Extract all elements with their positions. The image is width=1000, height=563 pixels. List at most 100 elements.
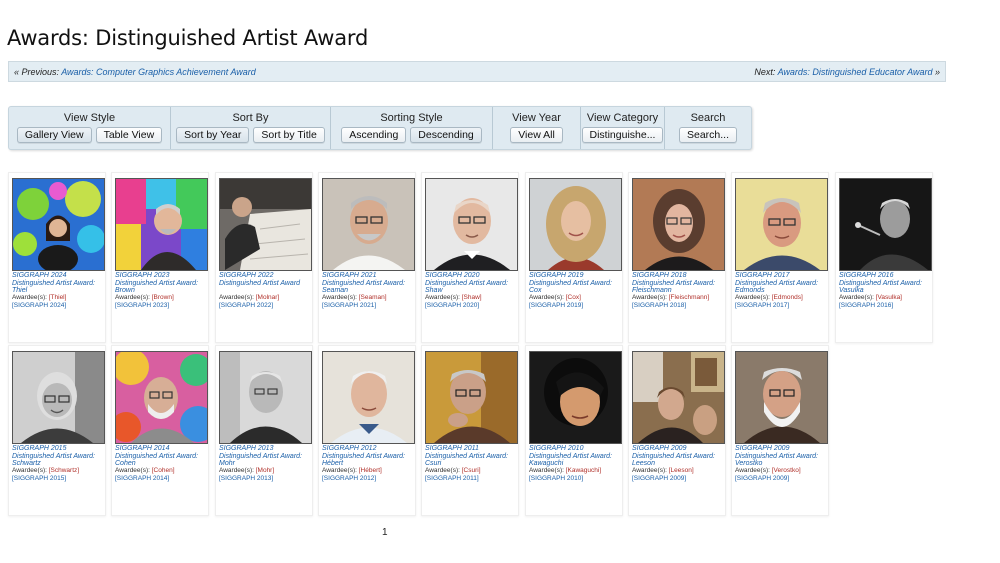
table-view-button[interactable]: Table View [95, 127, 163, 143]
event-link[interactable]: [SIGGRAPH 2009] [735, 475, 789, 482]
awardee-link[interactable]: [Mohr] [256, 467, 274, 474]
award-card[interactable]: SIGGRAPH 2014 Distinguished Artist Award… [111, 345, 209, 516]
awardee-photo[interactable] [839, 178, 932, 271]
next-nav: Next: Awards: Distinguished Educator Awa… [754, 67, 940, 77]
award-card[interactable]: SIGGRAPH 2012 Distinguished Artist Award… [318, 345, 416, 516]
award-title-link[interactable]: SIGGRAPH 2014 Distinguished Artist Award… [115, 445, 210, 468]
award-meta: Awardee(s): [Edmonds] [SIGGRAPH 2017] [735, 294, 830, 309]
descending-button[interactable]: Descending [410, 127, 482, 143]
awardee-link[interactable]: [Kawaguchi] [566, 467, 601, 474]
next-award-link[interactable]: Awards: Distinguished Educator Award [778, 67, 933, 77]
event-link[interactable]: [SIGGRAPH 2022] [219, 302, 273, 309]
awardee-photo[interactable] [632, 351, 725, 444]
awardee-link[interactable]: [Verostko] [772, 467, 801, 474]
awardee-photo[interactable] [425, 178, 518, 271]
award-card[interactable]: SIGGRAPH 2017 Distinguished Artist Award… [731, 172, 829, 343]
award-card[interactable]: SIGGRAPH 2021 Distinguished Artist Award… [318, 172, 416, 343]
award-card[interactable]: SIGGRAPH 2011 Distinguished Artist Award… [421, 345, 519, 516]
event-link[interactable]: [SIGGRAPH 2009] [632, 475, 686, 482]
award-title-link[interactable]: SIGGRAPH 2018 Distinguished Artist Award… [632, 272, 727, 295]
sort-by-title-button[interactable]: Sort by Title [253, 127, 325, 143]
awardee-link[interactable]: [Schwartz] [49, 467, 79, 474]
awardee-photo[interactable] [219, 351, 312, 444]
award-title-link[interactable]: SIGGRAPH 2024 Distinguished Artist Award… [12, 272, 107, 295]
awardee-link[interactable]: [Seaman] [359, 294, 387, 301]
award-title-link[interactable]: SIGGRAPH 2022 Distinguished Artist Award [219, 272, 314, 287]
event-link[interactable]: [SIGGRAPH 2012] [322, 475, 376, 482]
event-link[interactable]: [SIGGRAPH 2021] [322, 302, 376, 309]
awardee-photo[interactable] [322, 178, 415, 271]
event-link[interactable]: [SIGGRAPH 2018] [632, 302, 686, 309]
awardee-photo[interactable] [322, 351, 415, 444]
award-card[interactable]: SIGGRAPH 2009 Distinguished Artist Award… [731, 345, 829, 516]
event-link[interactable]: [SIGGRAPH 2011] [425, 475, 479, 482]
awardee-photo[interactable] [529, 351, 622, 444]
awardee-link[interactable]: [Leeson] [669, 467, 694, 474]
award-card[interactable]: SIGGRAPH 2010 Distinguished Artist Award… [525, 345, 623, 516]
event-link[interactable]: [SIGGRAPH 2017] [735, 302, 789, 309]
sort-by-label: Sort By [232, 112, 269, 124]
category-dropdown[interactable]: Distinguishe... [581, 127, 664, 143]
search-button[interactable]: Search... [678, 127, 738, 143]
awardee-link[interactable]: [Brown] [152, 294, 174, 301]
awardee-link[interactable]: [Cohen] [152, 467, 175, 474]
award-title-link[interactable]: SIGGRAPH 2009 Distinguished Artist Award… [735, 445, 830, 468]
award-title-link[interactable]: SIGGRAPH 2011 Distinguished Artist Award… [425, 445, 520, 468]
award-title-link[interactable]: SIGGRAPH 2009 Distinguished Artist Award… [632, 445, 727, 468]
awardee-link[interactable]: [Vasulka] [876, 294, 902, 301]
event-link[interactable]: [SIGGRAPH 2019] [529, 302, 583, 309]
awardee-photo[interactable] [735, 351, 828, 444]
event-link[interactable]: [SIGGRAPH 2024] [12, 302, 66, 309]
event-link[interactable]: [SIGGRAPH 2014] [115, 475, 169, 482]
awardee-photo[interactable] [115, 351, 208, 444]
sort-by-year-button[interactable]: Sort by Year [176, 127, 250, 143]
award-card[interactable]: SIGGRAPH 2016 Distinguished Artist Award… [835, 172, 933, 343]
event-link[interactable]: [SIGGRAPH 2010] [529, 475, 583, 482]
award-title-link[interactable]: SIGGRAPH 2017 Distinguished Artist Award… [735, 272, 830, 295]
award-title-link[interactable]: SIGGRAPH 2023 Distinguished Artist Award… [115, 272, 210, 295]
award-title-link[interactable]: SIGGRAPH 2016 Distinguished Artist Award… [839, 272, 934, 295]
gallery-view-button[interactable]: Gallery View [16, 127, 92, 143]
award-title-link[interactable]: SIGGRAPH 2020 Distinguished Artist Award… [425, 272, 520, 295]
awardee-link[interactable]: [Cox] [566, 294, 581, 301]
awardee-photo[interactable] [219, 178, 312, 271]
awardee-photo[interactable] [115, 178, 208, 271]
awardee-photo[interactable] [735, 178, 828, 271]
award-card[interactable]: SIGGRAPH 2013 Distinguished Artist Award… [215, 345, 313, 516]
awardee-link[interactable]: [Fleischmann] [669, 294, 709, 301]
award-title-link[interactable]: SIGGRAPH 2021 Distinguished Artist Award… [322, 272, 417, 295]
award-card[interactable]: SIGGRAPH 2009 Distinguished Artist Award… [628, 345, 726, 516]
award-title-link[interactable]: SIGGRAPH 2012 Distinguished Artist Award… [322, 445, 417, 468]
award-card[interactable]: SIGGRAPH 2023 Distinguished Artist Award… [111, 172, 209, 343]
award-title-link[interactable]: SIGGRAPH 2015 Distinguished Artist Award… [12, 445, 107, 468]
awardee-photo[interactable] [529, 178, 622, 271]
awardee-link[interactable]: [Hébert] [359, 467, 382, 474]
awardee-link[interactable]: [Csuri] [462, 467, 481, 474]
awardee-link[interactable]: [Thiel] [49, 294, 67, 301]
awardee-photo[interactable] [12, 351, 105, 444]
awardee-photo[interactable] [425, 351, 518, 444]
previous-award-link[interactable]: Awards: Computer Graphics Achievement Aw… [61, 67, 256, 77]
event-link[interactable]: [SIGGRAPH 2020] [425, 302, 479, 309]
awardee-photo[interactable] [632, 178, 725, 271]
event-link[interactable]: [SIGGRAPH 2013] [219, 475, 273, 482]
award-card[interactable]: SIGGRAPH 2018 Distinguished Artist Award… [628, 172, 726, 343]
event-link[interactable]: [SIGGRAPH 2023] [115, 302, 169, 309]
event-link[interactable]: [SIGGRAPH 2015] [12, 475, 66, 482]
award-card[interactable]: SIGGRAPH 2024 Distinguished Artist Award… [8, 172, 106, 343]
view-all-button[interactable]: View All [510, 127, 563, 143]
awardee-photo[interactable] [12, 178, 105, 271]
awardee-link[interactable]: [Edmonds] [772, 294, 803, 301]
ascending-button[interactable]: Ascending [341, 127, 407, 143]
awardee-link[interactable]: [Shaw] [462, 294, 482, 301]
page-number-link[interactable]: 1 [382, 527, 388, 538]
award-title-link[interactable]: SIGGRAPH 2013 Distinguished Artist Award… [219, 445, 314, 468]
award-card[interactable]: SIGGRAPH 2022 Distinguished Artist Award… [215, 172, 313, 343]
award-card[interactable]: SIGGRAPH 2015 Distinguished Artist Award… [8, 345, 106, 516]
awardee-link[interactable]: [Molnar] [256, 294, 279, 301]
award-card[interactable]: SIGGRAPH 2020 Distinguished Artist Award… [421, 172, 519, 343]
award-card[interactable]: SIGGRAPH 2019 Distinguished Artist Award… [525, 172, 623, 343]
event-link[interactable]: [SIGGRAPH 2016] [839, 302, 893, 309]
award-title-link[interactable]: SIGGRAPH 2010 Distinguished Artist Award… [529, 445, 624, 468]
award-title-link[interactable]: SIGGRAPH 2019 Distinguished Artist Award… [529, 272, 624, 295]
